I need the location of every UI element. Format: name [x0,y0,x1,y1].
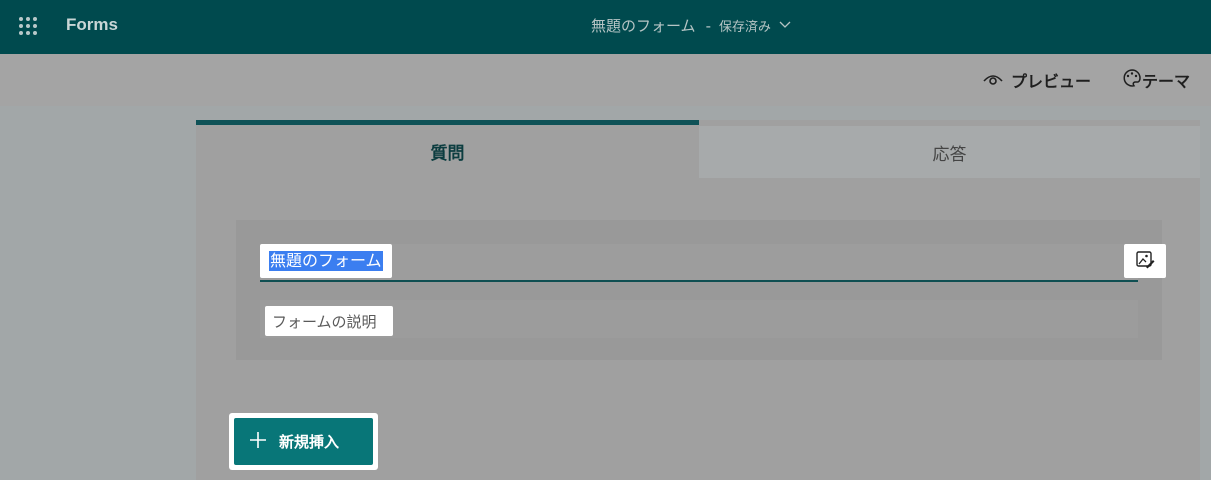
form-description-field[interactable]: フォームの説明 [260,300,1138,338]
command-bar: プレビュー テーマ [0,54,1211,106]
form-title-selected-text: 無題のフォーム [269,251,383,271]
form-editor-card: 質問 応答 無題のフォーム フォームの説明 新規挿入 [196,120,1200,480]
preview-button[interactable]: プレビュー [983,68,1091,92]
theme-label: テーマ [1142,72,1191,91]
insert-new-button[interactable]: 新規挿入 [234,418,373,465]
insert-new-focus-ring: 新規挿入 [229,413,378,470]
eye-icon [983,71,1011,90]
image-edit-icon [1135,249,1155,273]
insert-image-button[interactable] [1124,244,1166,278]
theme-button[interactable]: テーマ [1122,68,1190,92]
plus-icon [234,431,279,453]
tab-responses[interactable]: 応答 [699,126,1200,178]
save-status: 保存済み [718,20,771,35]
title-separator: - [705,17,711,35]
insert-new-label: 新規挿入 [279,433,340,451]
form-description-input[interactable]: フォームの説明 [265,306,393,336]
app-launcher-icon[interactable] [19,17,37,35]
app-name[interactable]: Forms [66,15,118,35]
form-title-input[interactable]: 無題のフォーム [260,244,392,278]
document-title: 無題のフォーム [591,17,696,35]
top-app-bar: Forms 無題のフォーム - 保存済み [0,0,1211,54]
preview-label: プレビュー [1011,72,1092,91]
form-title-field[interactable]: 無題のフォーム [260,244,1166,282]
document-title-menu[interactable]: 無題のフォーム - 保存済み [591,15,791,36]
tab-questions[interactable]: 質問 [196,120,699,178]
chevron-down-icon [779,15,791,33]
form-header-section: 無題のフォーム フォームの説明 [236,220,1166,360]
